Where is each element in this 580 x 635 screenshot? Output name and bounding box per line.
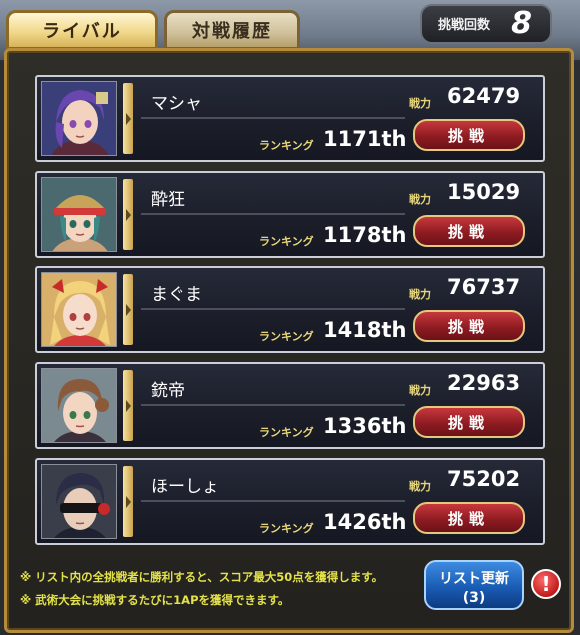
refresh-list-button[interactable]: リスト更新 (3): [424, 560, 524, 610]
challenge-count-box: 挑戦回数 8: [420, 4, 552, 44]
ranking-label: ランキング: [259, 330, 314, 343]
power-value: 62479: [447, 84, 521, 108]
rival-card[interactable]: マシャ 戦力 62479 ランキング 1171th 挑戦: [35, 75, 545, 162]
ranking-label: ランキング: [259, 235, 314, 248]
rival-name: ほーしょ: [151, 477, 219, 497]
challenge-button[interactable]: 挑戦: [413, 406, 525, 438]
ranking-value: 1426th: [323, 510, 407, 534]
divider: [141, 500, 405, 502]
ranking-label: ランキング: [259, 522, 314, 535]
ranking-value: 1171th: [323, 127, 407, 151]
divider: [141, 404, 405, 406]
rival-card[interactable]: ほーしょ 戦力 75202 ランキング 1426th 挑戦: [35, 458, 545, 545]
rival-portrait: [41, 177, 117, 252]
refresh-label: リスト更新: [439, 571, 509, 587]
expand-tab[interactable]: [123, 179, 133, 250]
note-ap: ※ 武術大会に挑戦するたびに1APを獲得できます。: [20, 593, 290, 607]
expand-tab[interactable]: [123, 83, 133, 154]
challenge-button[interactable]: 挑戦: [413, 502, 525, 534]
expand-tab[interactable]: [123, 274, 133, 345]
power-label: 戦力: [409, 288, 431, 301]
purple-hair-character-icon: [42, 82, 116, 155]
refresh-count: (3): [462, 590, 486, 606]
power-label: 戦力: [409, 480, 431, 493]
ranking-label: ランキング: [259, 426, 314, 439]
expand-tab[interactable]: [123, 466, 133, 537]
note-score: ※ リスト内の全挑戦者に勝利すると、スコア最大50点を獲得します。: [20, 570, 384, 584]
challenge-button[interactable]: 挑戦: [413, 310, 525, 342]
brown-hair-character-icon: [42, 369, 116, 442]
power-label: 戦力: [409, 193, 431, 206]
divider: [141, 117, 405, 119]
challenge-button[interactable]: 挑戦: [413, 119, 525, 151]
rival-card[interactable]: 酔狂 戦力 15029 ランキング 1178th 挑戦: [35, 171, 545, 258]
rival-portrait: [41, 368, 117, 443]
power-value: 75202: [447, 467, 521, 491]
teal-hair-character-icon: [42, 178, 116, 251]
rival-portrait: [41, 272, 117, 347]
ranking-value: 1178th: [323, 223, 407, 247]
rival-name: 酔狂: [151, 190, 185, 210]
rival-card[interactable]: 銃帝 戦力 22963 ランキング 1336th 挑戦: [35, 362, 545, 449]
alert-icon[interactable]: !: [531, 569, 561, 599]
ranking-label: ランキング: [259, 139, 314, 152]
tab-rival[interactable]: ライバル: [6, 10, 158, 50]
rival-name: マシャ: [151, 94, 202, 114]
power-label: 戦力: [409, 384, 431, 397]
rival-name: まぐま: [151, 285, 202, 305]
expand-tab[interactable]: [123, 370, 133, 441]
tab-history[interactable]: 対戦履歴: [164, 10, 300, 50]
rival-card[interactable]: まぐま 戦力 76737 ランキング 1418th 挑戦: [35, 266, 545, 353]
challenge-count-label: 挑戦回数: [438, 18, 491, 33]
ranking-value: 1336th: [323, 414, 407, 438]
divider: [141, 308, 405, 310]
rival-portrait: [41, 81, 117, 156]
masked-character-icon: [42, 465, 116, 538]
power-value: 15029: [447, 180, 521, 204]
divider: [141, 213, 405, 215]
ranking-value: 1418th: [323, 318, 407, 342]
power-value: 22963: [447, 371, 521, 395]
power-label: 戦力: [409, 97, 431, 110]
rival-portrait: [41, 464, 117, 539]
notes: ※ リスト内の全挑戦者に勝利すると、スコア最大50点を獲得します。 ※ 武術大会…: [20, 566, 420, 612]
blonde-hair-character-icon: [42, 273, 116, 346]
rival-name: 銃帝: [151, 381, 185, 401]
power-value: 76737: [447, 275, 521, 299]
challenge-button[interactable]: 挑戦: [413, 215, 525, 247]
challenge-count-value: 8: [511, 6, 532, 41]
